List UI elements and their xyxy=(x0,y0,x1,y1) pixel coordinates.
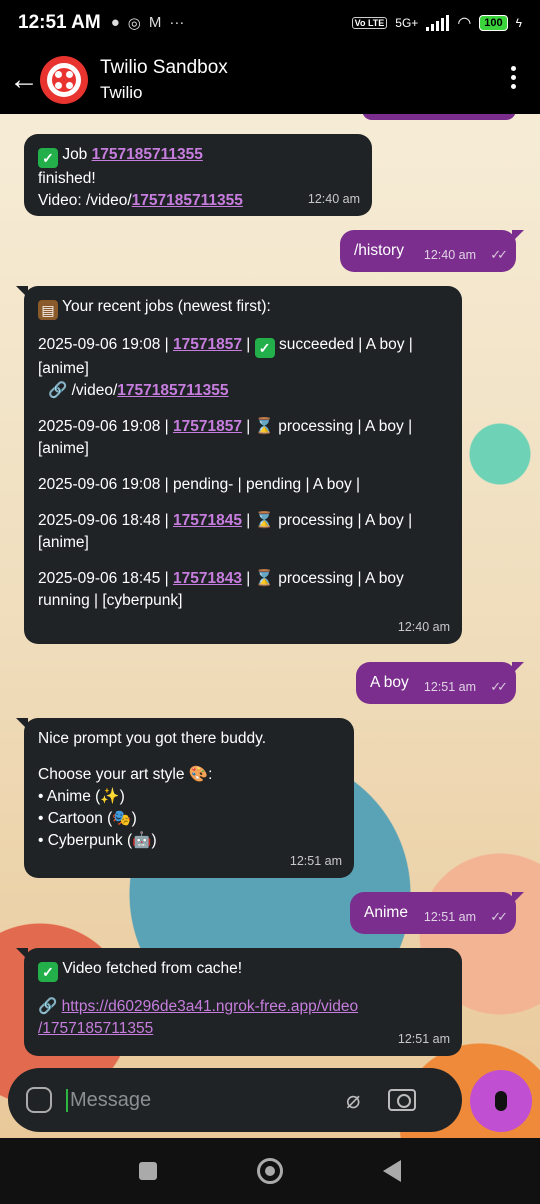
message-bubble-outgoing-partial xyxy=(362,114,516,120)
sticker-icon[interactable] xyxy=(26,1087,52,1113)
hourglass-emoji: ⌛ xyxy=(254,512,274,529)
double-check-icon: ✓✓ xyxy=(490,679,508,694)
contact-info[interactable]: Twilio Sandbox Twilio xyxy=(100,57,228,103)
job-entry: 2025-09-06 19:08 | 17571857 | ⌛ processi… xyxy=(38,418,413,435)
message-text: Video fetched from cache! xyxy=(62,960,243,977)
message-bubble-incoming: Nice prompt you got there buddy. Choose … xyxy=(16,718,354,878)
job-tag: [anime] xyxy=(38,534,89,551)
chat-bubble-icon: ● xyxy=(110,14,120,31)
message-time: 12:51 am xyxy=(423,680,476,694)
overflow-menu-icon[interactable] xyxy=(511,66,516,89)
robot-emoji: 🤖 xyxy=(132,832,152,849)
message-time: 12:40 am xyxy=(307,192,360,206)
job-id-link[interactable]: 17571857 xyxy=(173,418,242,435)
attachment-icon[interactable]: ⌀ xyxy=(346,1086,360,1115)
home-button[interactable] xyxy=(257,1158,283,1184)
status-time: 12:51 AM xyxy=(18,12,101,33)
signal-icon xyxy=(426,15,450,31)
chat-area[interactable]: ✓ Job 1757185711355 finished! Video: /vi… xyxy=(0,114,540,1138)
status-bar: 12:51 AM ● ◎ M ··· Vo LTE 5G+ ◠ 100 ϟ xyxy=(0,0,540,46)
job-entry: 2025-09-06 18:48 | 17571845 | ⌛ processi… xyxy=(38,512,413,529)
message-time: 12:51 am xyxy=(423,910,476,924)
message-text: /history xyxy=(354,242,404,259)
message-time: 12:40 am xyxy=(397,620,450,634)
message-time: 12:51 am xyxy=(289,854,342,868)
system-nav-bar xyxy=(0,1138,540,1204)
link-emoji: 🔗 xyxy=(48,382,68,399)
job-tag: [anime] xyxy=(38,360,89,377)
gmail-icon: M xyxy=(148,14,162,31)
sparkles-emoji: ✨ xyxy=(100,788,120,805)
job-tag: running | [cyberpunk] xyxy=(38,592,183,609)
message-text: finished! xyxy=(38,170,96,187)
check-mark-emoji: ✓ xyxy=(38,148,58,168)
masks-emoji: 🎭 xyxy=(112,810,132,827)
job-entry: 2025-09-06 19:08 | 17571857 | ✓ succeede… xyxy=(38,336,413,358)
message-composer: ⌀ xyxy=(8,1068,462,1132)
check-mark-emoji: ✓ xyxy=(38,962,58,982)
message-text: A boy xyxy=(370,674,409,691)
message-text: Anime xyxy=(364,904,408,921)
camera-icon[interactable] xyxy=(388,1089,417,1111)
link-emoji: 🔗 xyxy=(38,998,58,1015)
message-text: Your recent jobs (newest first): xyxy=(62,298,271,315)
message-text: /video/ xyxy=(71,382,118,399)
message-bubble-outgoing: /history 12:40 am ✓✓ xyxy=(340,230,524,272)
recents-button[interactable] xyxy=(139,1162,157,1180)
message-time: 12:51 am xyxy=(397,1032,450,1046)
back-arrow-icon[interactable]: ← xyxy=(8,63,40,97)
double-check-icon: ✓✓ xyxy=(490,247,508,262)
message-text: Job xyxy=(62,146,88,163)
style-option: • Anime ( xyxy=(38,788,101,805)
microphone-button[interactable] xyxy=(470,1070,532,1132)
message-bubble-outgoing: Anime 12:51 am ✓✓ xyxy=(350,892,524,934)
double-check-icon: ✓✓ xyxy=(490,909,508,924)
more-dots-icon: ··· xyxy=(169,14,185,31)
job-id-link[interactable]: 17571857 xyxy=(173,336,242,353)
hourglass-emoji: ⌛ xyxy=(254,570,274,587)
microphone-icon xyxy=(495,1091,507,1111)
message-time: 12:40 am xyxy=(423,248,476,262)
scroll-emoji: ▤ xyxy=(38,300,58,320)
message-bubble-incoming: ▤ Your recent jobs (newest first): 2025-… xyxy=(16,286,462,644)
message-bubble-outgoing: A boy 12:51 am ✓✓ xyxy=(356,662,524,704)
contact-subtitle: Twilio xyxy=(100,83,143,102)
job-tag: [anime] xyxy=(38,440,89,457)
volte-icon: Vo LTE xyxy=(351,17,388,29)
palette-emoji: 🎨 xyxy=(188,766,209,783)
job-id-link[interactable]: 17571843 xyxy=(173,570,242,587)
charging-icon: ϟ xyxy=(515,16,522,30)
message-text: Video: /video/ xyxy=(38,192,132,209)
message-text: Choose your art style xyxy=(38,766,185,783)
video-url-link-continued[interactable]: /1757185711355 xyxy=(38,1020,153,1037)
message-text: Nice prompt you got there buddy. xyxy=(38,730,267,747)
style-option: • Cyberpunk ( xyxy=(38,832,133,849)
chat-header: ← Twilio Sandbox Twilio xyxy=(0,46,540,114)
video-url-link[interactable]: https://d60296de3a41.ngrok-free.app/vide… xyxy=(62,998,358,1015)
video-id-link[interactable]: 1757185711355 xyxy=(117,382,228,399)
network-label: 5G+ xyxy=(395,16,419,30)
wifi-icon: ◠ xyxy=(457,15,472,32)
job-id-link[interactable]: 17571845 xyxy=(173,512,242,529)
avatar[interactable] xyxy=(40,56,88,104)
message-input[interactable] xyxy=(66,1088,336,1112)
back-button[interactable] xyxy=(383,1160,401,1182)
message-bubble-incoming: ✓ Video fetched from cache! 🔗 https://d6… xyxy=(16,948,462,1056)
job-entry: 2025-09-06 18:45 | 17571843 | ⌛ processi… xyxy=(38,570,404,587)
hourglass-emoji: ⌛ xyxy=(254,418,274,435)
job-id-link[interactable]: 1757185711355 xyxy=(92,146,203,163)
style-option: • Cartoon ( xyxy=(38,810,113,827)
job-entry: 2025-09-06 19:08 | pending- | pending | … xyxy=(38,476,361,493)
contact-name: Twilio Sandbox xyxy=(100,57,228,78)
instagram-icon: ◎ xyxy=(127,15,141,32)
message-bubble-incoming: ✓ Job 1757185711355 finished! Video: /vi… xyxy=(24,134,372,216)
video-id-link[interactable]: 1757185711355 xyxy=(132,192,243,209)
check-mark-emoji: ✓ xyxy=(254,338,275,358)
battery-icon: 100 xyxy=(479,15,508,31)
